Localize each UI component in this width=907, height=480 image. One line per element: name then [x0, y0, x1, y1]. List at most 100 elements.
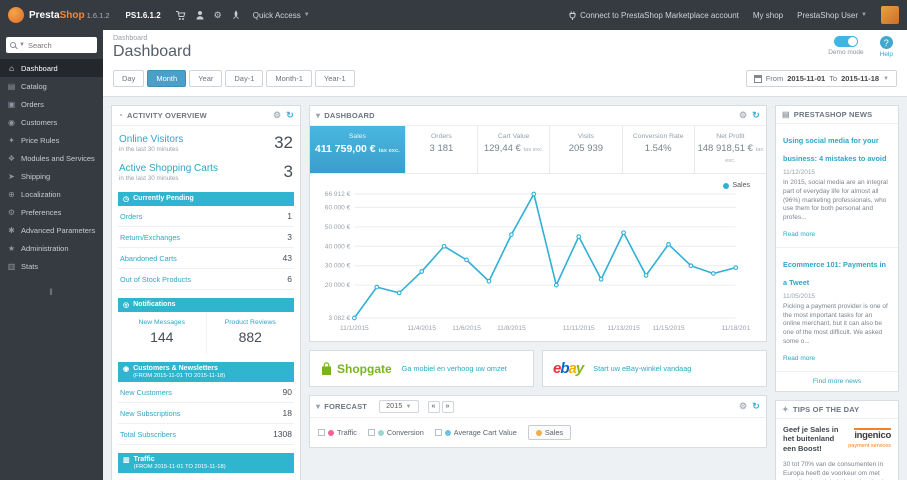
preferences-icon: ⚙ [7, 207, 16, 217]
forecast-year-select[interactable]: 2015 ▼ [379, 400, 419, 413]
sidebar-item-preferences[interactable]: ⚙ Preferences [0, 203, 103, 221]
forecast-conversion-toggle[interactable]: Conversion [367, 428, 424, 437]
shop-name-link[interactable]: PS1.6.1.2 [126, 11, 161, 20]
checkbox-icon[interactable] [318, 429, 325, 436]
sidebar-item-dashboard[interactable]: ⌂ Dashboard [0, 59, 103, 77]
news-article-title-link[interactable]: Using social media for your business: 4 … [783, 136, 886, 163]
cart-icon[interactable] [175, 10, 186, 21]
find-more-news-link[interactable]: Find more news [776, 372, 898, 391]
sidebar-item-modules[interactable]: ❖ Modules and Services [0, 149, 103, 167]
orders-icon: ▣ [7, 99, 16, 109]
rocket-icon[interactable] [231, 10, 241, 21]
refresh-icon[interactable]: ↻ [752, 110, 760, 121]
user-avatar[interactable] [881, 6, 899, 24]
filter-year-1-button[interactable]: Year-1 [314, 70, 355, 87]
sidebar-item-price-rules[interactable]: ✦ Price Rules [0, 131, 103, 149]
shopgate-promo-card[interactable]: Shopgate Ga mobiel en verhoog uw omzet [309, 350, 534, 387]
tools-icon[interactable]: ⚙ [214, 10, 222, 21]
notifications-header: ◎ Notifications [118, 298, 294, 312]
customers-icon: ◉ [8, 117, 15, 127]
kpi-sales[interactable]: Sales 411 759,00 € tax exc. [310, 126, 406, 173]
sidebar-item-localization[interactable]: ⊕ Localization [0, 185, 103, 203]
breadcrumb[interactable]: Dashboard [113, 35, 897, 42]
google-analytics-link[interactable]: ⊕ Link to your Google Analytics account [118, 473, 294, 480]
filter-month-1-button[interactable]: Month-1 [266, 70, 312, 87]
pending-row-abandoned-carts[interactable]: Abandoned Carts 43 [118, 248, 294, 269]
news-article-excerpt: In 2015, social media are an integral pa… [783, 179, 888, 222]
chevron-down-icon: ▼ [405, 403, 412, 410]
read-more-link[interactable]: Read more [783, 355, 815, 362]
customers-row-new-customers[interactable]: New Customers 90 [118, 382, 294, 403]
sidebar-item-orders[interactable]: ▣ Orders [0, 95, 103, 113]
kpi-visits[interactable]: Visits 205 939 [550, 126, 623, 173]
customers-row-new-subscriptions[interactable]: New Subscriptions 18 [118, 403, 294, 424]
filter-day-button[interactable]: Day [113, 70, 145, 87]
read-more-link[interactable]: Read more [783, 231, 815, 238]
help-icon[interactable]: ? [879, 36, 893, 49]
svg-text:11/15/2015: 11/15/2015 [652, 325, 685, 332]
kpi-orders[interactable]: Orders 3 181 [406, 126, 479, 173]
sidebar-item-label: Modules and Services [21, 153, 95, 163]
quick-access-label: Quick Access [252, 10, 301, 20]
prestashop-logo[interactable]: PrestaShop 1.6.1.2 [8, 7, 110, 23]
sidebar-collapse-toggle[interactable]: ‖ [0, 287, 103, 297]
kpi-conversion-rate[interactable]: Conversion Rate 1.54% [623, 126, 695, 173]
chevron-down-icon: ▼ [861, 12, 867, 18]
demo-mode-toggle[interactable] [833, 36, 858, 47]
page-header: Dashboard Dashboard Demo mode ? Help Day… [103, 30, 907, 97]
sidebar-item-stats[interactable]: ▥ Stats [0, 257, 103, 275]
user-menu[interactable]: PrestaShop User ▼ [797, 11, 867, 20]
chevron-down-icon: ▼ [303, 12, 310, 18]
new-messages-cell[interactable]: New Messages 144 [118, 312, 206, 354]
gear-icon[interactable]: ⚙ [739, 401, 747, 412]
gear-icon[interactable]: ⚙ [739, 110, 747, 121]
profile-icon[interactable] [195, 10, 205, 20]
sidebar-item-catalog[interactable]: ▤ Catalog [0, 77, 103, 95]
forecast-traffic-toggle[interactable]: Traffic [318, 428, 357, 437]
search-input[interactable] [27, 40, 88, 50]
kpi-net-profit[interactable]: Net Profit 148 918,51 € tax exc. [695, 126, 766, 173]
filter-month-button[interactable]: Month [147, 70, 187, 87]
quick-access-menu[interactable]: Quick Access ▼ [253, 11, 310, 20]
next-year-button[interactable]: » [441, 400, 454, 413]
product-reviews-cell[interactable]: Product Reviews 882 [205, 312, 295, 354]
kpi-cart-value[interactable]: Cart Value 129,44 € tax exc. [478, 126, 551, 173]
pending-row-returns[interactable]: Return/Exchanges 3 [118, 227, 294, 248]
forecast-sales-toggle[interactable]: Sales [527, 425, 572, 440]
pending-row-orders[interactable]: Orders 1 [118, 206, 294, 227]
sidebar-item-label: Administration [21, 243, 69, 253]
gear-icon[interactable]: ⚙ [273, 110, 281, 121]
refresh-icon[interactable]: ↻ [286, 110, 294, 121]
clock-icon: ◷ [123, 196, 130, 203]
sidebar-item-shipping[interactable]: ➤ Shipping [0, 167, 103, 185]
date-range-picker[interactable]: From 2015-11-01 To 2015-11-18 ▼ [745, 70, 897, 87]
checkbox-icon[interactable] [434, 429, 442, 436]
dashboard-panel-icon: ▾ [316, 111, 321, 120]
search-icon[interactable] [10, 42, 16, 48]
forecast-title: Forecast [324, 402, 368, 411]
sidebar-item-advanced-parameters[interactable]: ✱ Advanced Parameters [0, 221, 103, 239]
news-article-title-link[interactable]: Ecommerce 101: Payments in a Tweet [783, 260, 886, 287]
checkbox-icon[interactable] [367, 429, 375, 436]
pending-row-out-of-stock[interactable]: Out of Stock Products 6 [118, 269, 294, 290]
customers-row-total-subscribers[interactable]: Total Subscribers 1308 [118, 424, 294, 445]
demo-mode-control[interactable]: Demo mode [828, 36, 864, 56]
refresh-icon[interactable]: ↻ [752, 401, 760, 412]
marketplace-link[interactable]: Connect to PrestaShop Marketplace accoun… [568, 11, 739, 20]
ebay-cta-link[interactable]: Start uw eBay-winkel vandaag [593, 364, 691, 373]
online-visitors-link[interactable]: Online Visitors [119, 134, 183, 145]
ebay-promo-card[interactable]: ebay Start uw eBay-winkel vandaag [542, 350, 767, 387]
filter-day-1-button[interactable]: Day-1 [225, 70, 264, 87]
sidebar-item-customers[interactable]: ◉ Customers [0, 113, 103, 131]
topbar: PrestaShop 1.6.1.2 PS1.6.1.2 ⚙ Quick Acce… [0, 0, 907, 30]
forecast-average-cart-value-toggle[interactable]: Average Cart Value [434, 428, 517, 437]
active-carts-metric: Active Shopping Carts in the last 30 min… [112, 155, 300, 184]
prev-year-button[interactable]: « [427, 400, 440, 413]
help-control[interactable]: ? Help [880, 36, 893, 58]
active-carts-link[interactable]: Active Shopping Carts [119, 163, 218, 174]
shopgate-cta-link[interactable]: Ga mobiel en verhoog uw omzet [402, 364, 507, 373]
sidebar-item-administration[interactable]: ★ Administration [0, 239, 103, 257]
filter-year-button[interactable]: Year [189, 70, 223, 87]
chevron-down-icon[interactable]: ▼ [19, 42, 25, 48]
my-shop-link[interactable]: My shop [753, 11, 783, 20]
